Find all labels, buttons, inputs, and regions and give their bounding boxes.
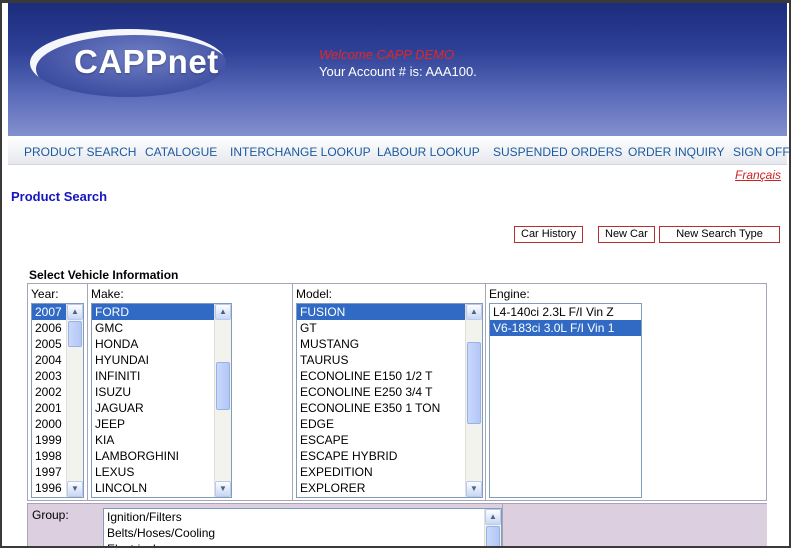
nav-labour-lookup[interactable]: LABOUR LOOKUP — [377, 145, 480, 159]
year-label: Year: — [31, 287, 59, 301]
account-number-text: Your Account # is: AAA100. — [319, 64, 477, 79]
group-empty-cell — [502, 504, 767, 546]
engine-label: Engine: — [489, 287, 530, 301]
scroll-thumb[interactable] — [216, 362, 230, 410]
list-option[interactable]: INFINITI — [92, 368, 231, 384]
scroll-up-arrow-icon[interactable]: ▲ — [466, 304, 482, 320]
list-option[interactable]: EXPLORER — [297, 480, 482, 496]
list-option[interactable]: ECONOLINE E150 1/2 T — [297, 368, 482, 384]
list-option[interactable]: MUSTANG — [297, 336, 482, 352]
list-option[interactable]: LEXUS — [92, 464, 231, 480]
welcome-text: Welcome CAPP DEMO — [319, 47, 455, 62]
scroll-down-arrow-icon[interactable]: ▼ — [215, 481, 231, 497]
list-option[interactable]: Electrical — [104, 541, 501, 546]
logo-text: CAPPnet — [74, 43, 219, 80]
list-option[interactable]: EDGE — [297, 416, 482, 432]
year-scrollbar[interactable]: ▲ ▼ — [66, 304, 83, 497]
nav-catalogue[interactable]: CATALOGUE — [145, 145, 217, 159]
car-history-button[interactable]: Car History — [514, 226, 584, 243]
list-option[interactable]: V6-183ci 3.0L F/I Vin 1 — [490, 320, 641, 336]
nav-sign-off[interactable]: SIGN OFF — [733, 145, 789, 159]
section-title: Select Vehicle Information — [29, 268, 179, 282]
nav-interchange-lookup[interactable]: INTERCHANGE LOOKUP — [230, 145, 371, 159]
group-scrollbar[interactable]: ▲ — [484, 509, 501, 546]
page-title: Product Search — [11, 189, 108, 204]
list-option[interactable]: ESCAPE HYBRID — [297, 448, 482, 464]
list-option[interactable]: GMC — [92, 320, 231, 336]
group-label: Group: — [32, 508, 69, 522]
list-option[interactable]: TAURUS — [297, 352, 482, 368]
scroll-up-arrow-icon[interactable]: ▲ — [67, 304, 83, 320]
new-search-type-button[interactable]: New Search Type — [659, 226, 780, 243]
year-listbox[interactable]: 2007 2006 2005 2004 2003 2002 2001 2000 1999 1998… — [31, 303, 84, 498]
scroll-up-arrow-icon[interactable]: ▲ — [215, 304, 231, 320]
list-option[interactable]: FUSION — [297, 304, 482, 320]
list-option[interactable]: JAGUAR — [92, 400, 231, 416]
language-link-francais[interactable]: Français — [735, 168, 781, 182]
group-listbox[interactable]: Ignition/FiltersBelts/Hoses/CoolingElect… — [103, 508, 502, 546]
list-option[interactable]: LINCOLN — [92, 480, 231, 496]
list-option[interactable]: Belts/Hoses/Cooling — [104, 525, 501, 541]
list-option[interactable]: L4-140ci 2.3L F/I Vin Z — [490, 304, 641, 320]
list-option[interactable]: ECONOLINE E350 1 TON — [297, 400, 482, 416]
browser-frame: CAPPnet Welcome CAPP DEMO Your Account #… — [0, 0, 791, 548]
nav-order-inquiry[interactable]: ORDER INQUIRY — [628, 145, 724, 159]
scroll-thumb[interactable] — [467, 342, 481, 424]
header-banner: CAPPnet Welcome CAPP DEMO Your Account #… — [8, 3, 787, 136]
scroll-thumb[interactable] — [486, 526, 500, 546]
top-navigation: PRODUCT SEARCH CATALOGUE INTERCHANGE LOO… — [8, 136, 789, 165]
list-option[interactable]: KIA — [92, 432, 231, 448]
model-listbox[interactable]: FUSION GT MUSTANG TAURUS ECONOLINE E150 1/2 … — [296, 303, 483, 498]
scroll-thumb[interactable] — [68, 321, 82, 347]
new-car-button[interactable]: New Car — [598, 226, 655, 243]
list-option[interactable]: Ignition/Filters — [104, 509, 501, 525]
scroll-down-arrow-icon[interactable]: ▼ — [466, 481, 482, 497]
scroll-up-arrow-icon[interactable]: ▲ — [485, 509, 501, 525]
list-option[interactable]: HYUNDAI — [92, 352, 231, 368]
engine-listbox[interactable]: L4-140ci 2.3L F/I Vin Z V6-183ci 3.0L F/I… — [489, 303, 642, 498]
list-option[interactable]: LAMBORGHINI — [92, 448, 231, 464]
make-listbox[interactable]: FORD GMC HONDA HYUNDAI INFINITI ISUZU JAGUAR JE… — [91, 303, 232, 498]
list-option[interactable]: EXPEDITION — [297, 464, 482, 480]
make-label: Make: — [91, 287, 124, 301]
list-option[interactable]: FORD — [92, 304, 231, 320]
model-label: Model: — [296, 287, 333, 301]
cappnet-logo: CAPPnet — [30, 21, 230, 101]
make-scrollbar[interactable]: ▲ ▼ — [214, 304, 231, 497]
list-option[interactable]: ISUZU — [92, 384, 231, 400]
scroll-down-arrow-icon[interactable]: ▼ — [67, 481, 83, 497]
list-option[interactable]: HONDA — [92, 336, 231, 352]
nav-product-search[interactable]: PRODUCT SEARCH — [24, 145, 136, 159]
model-scrollbar[interactable]: ▲ ▼ — [465, 304, 482, 497]
list-option[interactable]: JEEP — [92, 416, 231, 432]
list-option[interactable]: GT — [297, 320, 482, 336]
group-panel: Group: Ignition/Filters Belts/Hoses/Cooli… — [27, 503, 767, 546]
list-option[interactable]: ECONOLINE E250 3/4 T — [297, 384, 482, 400]
nav-suspended-orders[interactable]: SUSPENDED ORDERS — [493, 145, 622, 159]
list-option[interactable]: ESCAPE — [297, 432, 482, 448]
